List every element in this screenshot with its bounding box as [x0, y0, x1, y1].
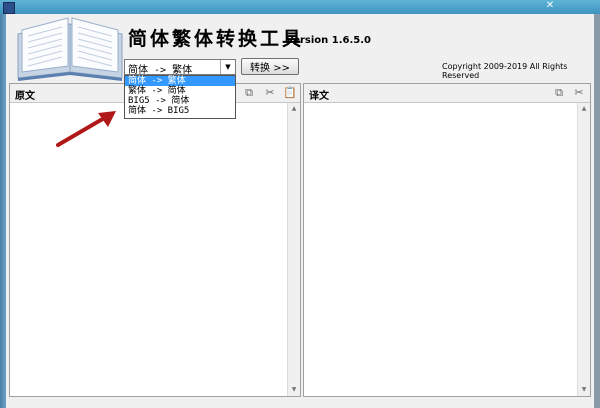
annotation-arrow-icon: [56, 111, 116, 147]
target-scrollbar[interactable]: ▲ ▼: [577, 103, 590, 396]
source-panel: 原文 ⧉ ✂ 📋 ▲ ▼: [9, 83, 301, 397]
title-bar[interactable]: ✕: [0, 0, 600, 14]
version-label: Version 1.6.5.0: [286, 35, 371, 46]
mode-option-trad-to-simp[interactable]: 繁体 -> 简体: [125, 86, 235, 96]
source-panel-label: 原文: [15, 91, 35, 102]
conversion-mode-value: 简体 -> 繁体: [128, 65, 193, 76]
scroll-down-icon[interactable]: ▼: [578, 384, 590, 396]
dropdown-arrow-icon[interactable]: ▼: [220, 60, 235, 74]
cut-icon[interactable]: ✂: [263, 86, 277, 100]
conversion-mode-dropdown: 简体 -> 繁体 繁体 -> 简体 BIG5 -> 简体 简体 -> BIG5: [124, 75, 236, 119]
scroll-up-icon[interactable]: ▲: [578, 103, 590, 115]
mode-option-simp-to-trad[interactable]: 简体 -> 繁体: [125, 76, 235, 86]
source-scrollbar[interactable]: ▲ ▼: [287, 103, 300, 396]
main-window: 简体繁体转换工具 Version 1.6.5.0 Copyright 2009-…: [6, 14, 594, 408]
copy-icon[interactable]: ⧉: [552, 86, 566, 100]
source-text-area[interactable]: [10, 103, 288, 396]
copyright-label: Copyright 2009-2019 All Rights Reserved: [442, 62, 568, 80]
target-panel-label: 译文: [309, 91, 329, 102]
target-panel: 译文 ⧉ ✂ ▲ ▼: [303, 83, 591, 397]
target-panel-header: 译文 ⧉ ✂: [304, 84, 590, 103]
copy-icon[interactable]: ⧉: [242, 86, 256, 100]
paste-icon[interactable]: 📋: [283, 86, 297, 100]
conversion-mode-select[interactable]: 简体 -> 繁体 ▼: [124, 59, 236, 76]
mode-option-simp-to-big5[interactable]: 简体 -> BIG5: [125, 106, 235, 116]
close-button[interactable]: ✕: [544, 0, 556, 11]
app-title: 简体繁体转换工具: [128, 28, 305, 50]
book-logo-icon: [17, 17, 123, 81]
mode-option-big5-to-simp[interactable]: BIG5 -> 简体: [125, 96, 235, 106]
scroll-down-icon[interactable]: ▼: [288, 384, 300, 396]
target-text-area[interactable]: [304, 103, 578, 396]
cut-icon[interactable]: ✂: [572, 86, 586, 100]
convert-button[interactable]: 转换 >>: [241, 58, 299, 75]
scroll-up-icon[interactable]: ▲: [288, 103, 300, 115]
app-icon: [3, 2, 15, 14]
